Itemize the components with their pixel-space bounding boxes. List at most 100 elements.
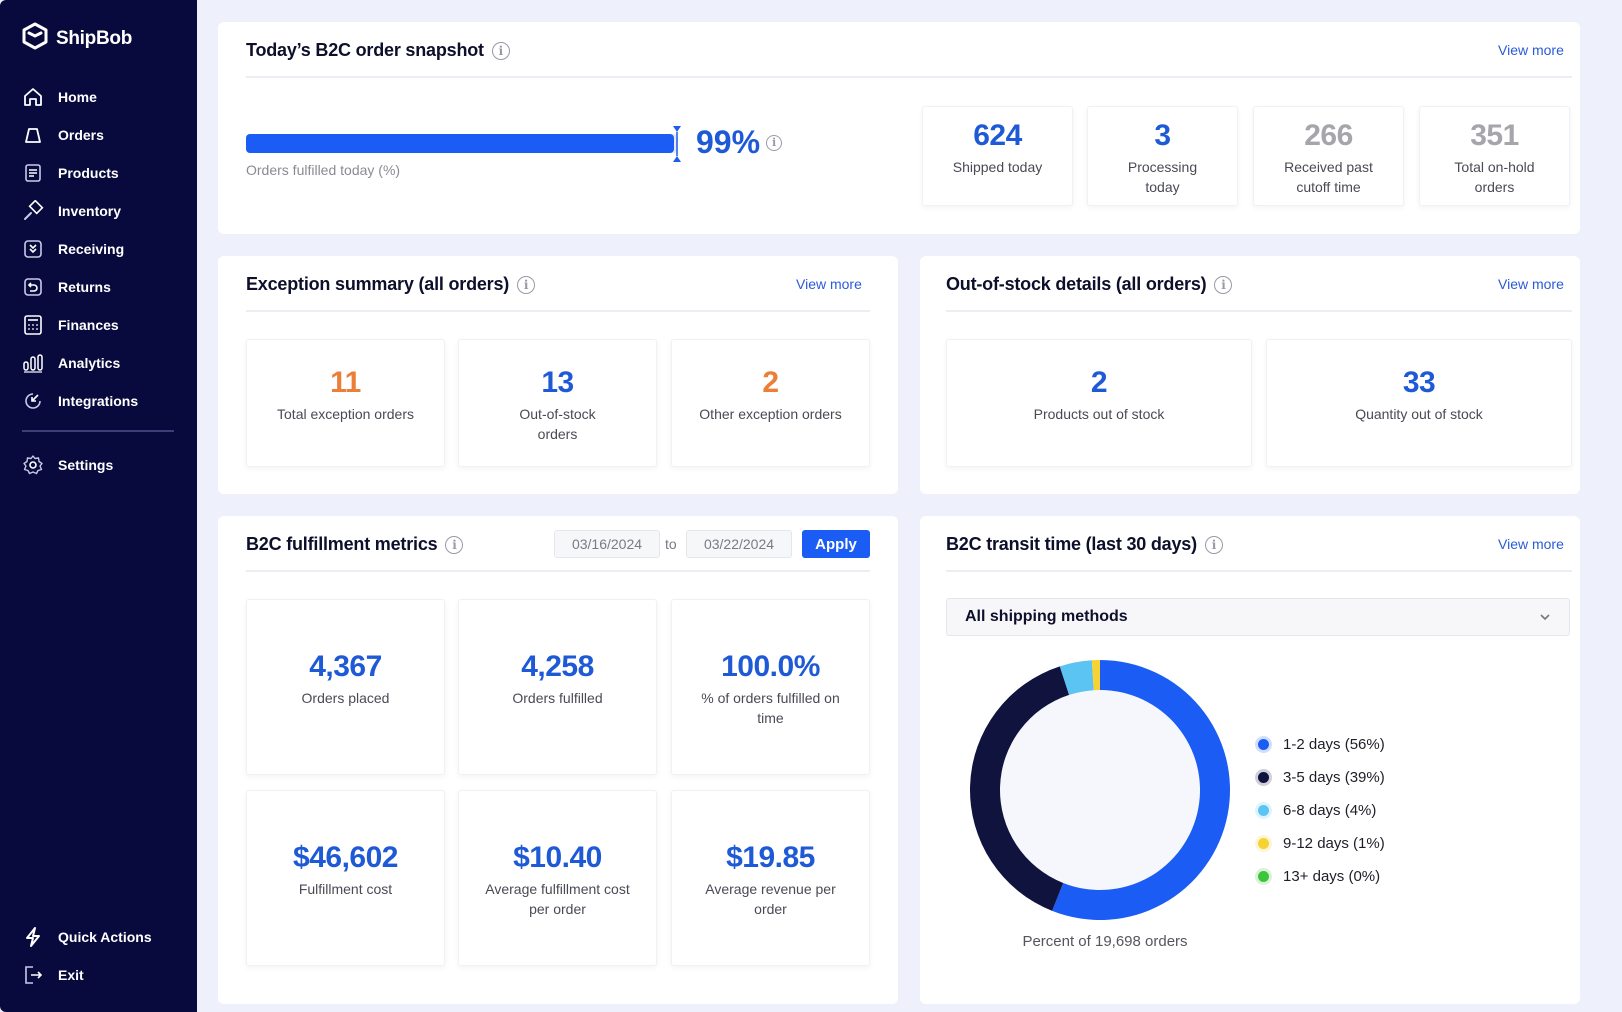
stat-quantity-out-of-stock[interactable]: 33 Quantity out of stock [1266, 339, 1572, 467]
sidebar-item-label: Integrations [58, 393, 139, 409]
stat-value: 2 [1090, 366, 1108, 399]
stat-label: Quantity out of stock [1355, 406, 1483, 422]
sidebar-nav: Home Orders Products Inventory Receiving… [22, 78, 182, 484]
select-value: All shipping methods [965, 608, 1128, 625]
sidebar-item-home[interactable]: Home [22, 78, 182, 116]
sidebar-item-finances[interactable]: Finances [22, 306, 182, 344]
legend-label: 9-12 days (1%) [1283, 835, 1385, 852]
info-icon[interactable]: i [1214, 275, 1233, 294]
sidebar-item-orders[interactable]: Orders [22, 116, 182, 154]
stat-received-past-cutoff[interactable]: 266 Received past cutoff time [1253, 106, 1404, 206]
stat-out-of-stock-orders[interactable]: 13 Out-of-stock orders [458, 339, 657, 467]
sidebar-divider [22, 430, 174, 432]
document-icon [22, 162, 44, 184]
stat-label: Average revenue per order [705, 881, 836, 917]
progress-marker-icon [673, 126, 681, 162]
stat-avg-revenue[interactable]: $19.85 Average revenue per order [671, 790, 870, 966]
progress-label: Orders fulfilled today (%) [246, 162, 401, 178]
legend-dot-icon [1258, 871, 1269, 882]
sidebar-item-label: Settings [58, 457, 114, 473]
shipping-method-select[interactable]: All shipping methods [946, 598, 1570, 636]
sidebar-item-settings[interactable]: Settings [22, 446, 182, 484]
info-icon[interactable]: i [491, 41, 510, 60]
stat-value: 100.0% [721, 650, 820, 683]
transit-view-more-link[interactable]: View more [1498, 536, 1564, 552]
info-icon[interactable]: i [517, 275, 536, 294]
fulfilled-progress-bar [246, 134, 678, 153]
info-icon[interactable]: i [1204, 535, 1223, 554]
snapshot-title: Today’s B2C order snapshot i [246, 40, 510, 61]
progress-fill [246, 134, 674, 153]
exceptions-view-more-link[interactable]: View more [796, 276, 862, 292]
info-icon[interactable]: i [445, 535, 464, 554]
lightning-icon [22, 926, 44, 948]
quick-actions-button[interactable]: Quick Actions [22, 918, 182, 956]
divider [246, 76, 1572, 78]
stat-label: Orders fulfilled [512, 690, 603, 706]
sidebar-item-inventory[interactable]: Inventory [22, 192, 182, 230]
stat-label: Processing today [1127, 159, 1198, 195]
stat-total-exception-orders[interactable]: 11 Total exception orders [246, 339, 445, 467]
stat-products-out-of-stock[interactable]: 2 Products out of stock [946, 339, 1252, 467]
brand-name: ShipBob [56, 27, 132, 49]
sidebar-item-label: Inventory [58, 203, 122, 219]
exception-title-text: Exception summary (all orders) [246, 274, 510, 294]
sidebar-item-analytics[interactable]: Analytics [22, 344, 182, 382]
stat-shipped-today[interactable]: 624 Shipped today [922, 106, 1073, 206]
stat-orders-fulfilled[interactable]: 4,258 Orders fulfilled [458, 599, 657, 775]
info-icon[interactable]: i [766, 134, 783, 151]
calculator-icon [22, 314, 44, 336]
stat-label: Products out of stock [1033, 406, 1165, 422]
sidebar: ShipBob Home Orders Products Inventory R… [0, 0, 197, 1012]
exit-button[interactable]: Exit [22, 956, 182, 994]
stat-value: 4,258 [521, 650, 594, 683]
stat-label: Orders placed [301, 690, 390, 706]
legend-dot-icon [1258, 739, 1269, 750]
stat-label: % of orders fulfilled on time [701, 690, 840, 726]
return-icon [22, 276, 44, 298]
integrations-icon [22, 390, 44, 412]
transit-time-title: B2C transit time (last 30 days) i [946, 534, 1223, 555]
sidebar-bottom: Quick Actions Exit [22, 918, 182, 994]
hammer-icon [22, 200, 44, 222]
legend-item: 6-8 days (4%) [1258, 794, 1385, 827]
chevron-down-icon [1539, 608, 1551, 626]
sidebar-item-products[interactable]: Products [22, 154, 182, 192]
legend-label: 13+ days (0%) [1283, 868, 1381, 885]
receiving-icon [22, 238, 44, 260]
legend-dot-icon [1258, 805, 1269, 816]
apply-button[interactable]: Apply [802, 530, 870, 558]
stat-fulfillment-cost[interactable]: $46,602 Fulfillment cost [246, 790, 445, 966]
stat-value: 351 [1470, 119, 1519, 152]
stat-on-time-percent[interactable]: 100.0% % of orders fulfilled on time [671, 599, 870, 775]
stat-value: 11 [330, 366, 361, 399]
stat-on-hold-orders[interactable]: 351 Total on-hold orders [1419, 106, 1570, 206]
logo[interactable]: ShipBob [22, 22, 132, 55]
transit-legend: 1-2 days (56%) 3-5 days (39%) 6-8 days (4%… [1258, 728, 1385, 893]
sidebar-item-label: Home [58, 89, 97, 105]
exit-icon [22, 964, 44, 986]
stat-label: Fulfillment cost [298, 881, 393, 897]
sidebar-item-label: Receiving [58, 241, 125, 257]
date-from-input[interactable]: 03/16/2024 [554, 530, 660, 558]
sidebar-item-integrations[interactable]: Integrations [22, 382, 182, 420]
stat-label: Total exception orders [277, 406, 414, 422]
stat-other-exception-orders[interactable]: 2 Other exception orders [671, 339, 870, 467]
stat-label: Received past cutoff time [1284, 159, 1373, 195]
stat-orders-placed[interactable]: 4,367 Orders placed [246, 599, 445, 775]
divider [946, 310, 1572, 312]
date-to-input[interactable]: 03/22/2024 [686, 530, 792, 558]
snapshot-title-text: Today’s B2C order snapshot [246, 40, 484, 60]
stat-processing-today[interactable]: 3 Processing today [1087, 106, 1238, 206]
legend-label: 6-8 days (4%) [1283, 802, 1377, 819]
stat-avg-fulfillment-cost[interactable]: $10.40 Average fulfillment cost per orde… [458, 790, 657, 966]
sidebar-item-returns[interactable]: Returns [22, 268, 182, 306]
stat-value: $19.85 [726, 841, 815, 874]
snapshot-view-more-link[interactable]: View more [1498, 42, 1564, 58]
stat-value: 3 [1154, 119, 1171, 152]
stat-label: Total on-hold orders [1454, 159, 1535, 195]
out-of-stock-title-text: Out-of-stock details (all orders) [946, 274, 1207, 294]
out-of-stock-view-more-link[interactable]: View more [1498, 276, 1564, 292]
sidebar-item-receiving[interactable]: Receiving [22, 230, 182, 268]
divider [246, 310, 870, 312]
